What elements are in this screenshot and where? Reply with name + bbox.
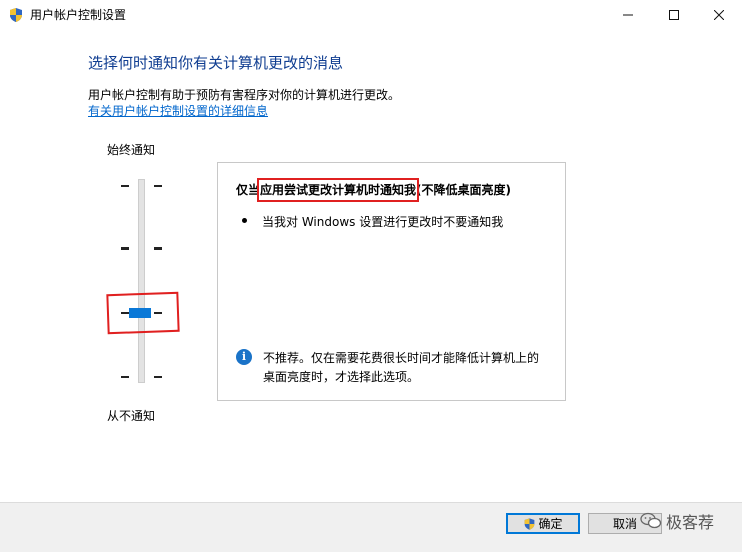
slider-tick <box>154 247 162 250</box>
slider-tick <box>121 247 129 250</box>
uac-shield-icon <box>525 517 535 530</box>
minimize-button[interactable] <box>605 0 651 30</box>
minimize-icon <box>623 14 633 16</box>
title-bar: 用户帐户控制设置 <box>0 0 742 30</box>
watermark: 极客荐 <box>640 509 714 533</box>
slider-label-always-notify: 始终通知 <box>107 143 156 157</box>
maximize-icon <box>669 10 679 20</box>
bullet-icon <box>242 218 247 223</box>
ok-button-label: 确定 <box>538 517 563 531</box>
panel-note-line2: 桌面亮度时，才选择此选项。 <box>263 370 420 384</box>
slider-tick <box>154 185 162 187</box>
more-info-link[interactable]: 有关用户帐户控制设置的详细信息 <box>88 103 268 119</box>
watermark-text: 极客荐 <box>666 513 715 532</box>
slider-tick <box>121 376 129 378</box>
uac-shield-icon <box>10 8 22 22</box>
close-button[interactable] <box>696 0 742 30</box>
highlight-annotation <box>257 178 419 202</box>
info-icon: i <box>236 349 252 365</box>
window-title: 用户帐户控制设置 <box>30 8 127 22</box>
cancel-button-label: 取消 <box>612 517 637 531</box>
slider-label-never-notify: 从不通知 <box>107 409 156 423</box>
ok-button[interactable]: 确定 <box>506 513 580 534</box>
slider-tick <box>154 376 162 378</box>
slider-tick <box>121 185 129 187</box>
wechat-icon <box>640 512 662 529</box>
maximize-button[interactable] <box>651 0 697 30</box>
slider-track[interactable] <box>138 179 145 383</box>
description-text: 用户帐户控制有助于预防有害程序对你的计算机进行更改。 <box>88 88 401 102</box>
highlight-annotation <box>106 291 180 335</box>
panel-bullet-text: 当我对 Windows 设置进行更改时不要通知我 <box>262 215 504 229</box>
page-heading: 选择何时通知你有关计算机更改的消息 <box>88 54 344 72</box>
close-icon <box>714 10 724 20</box>
panel-note-line1: 不推荐。仅在需要花费很长时间才能降低计算机上的 <box>263 351 540 365</box>
